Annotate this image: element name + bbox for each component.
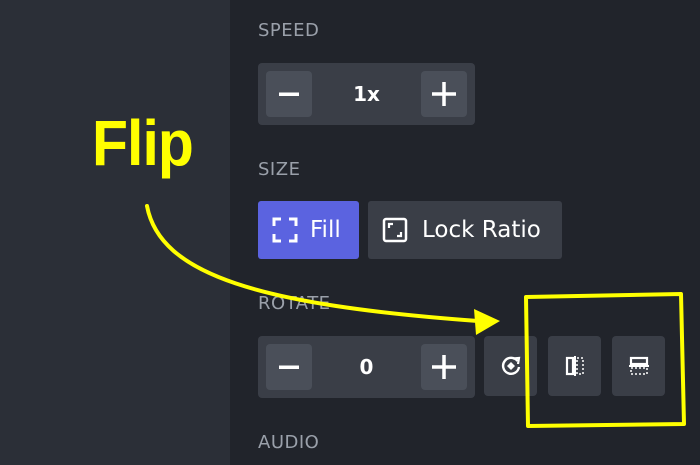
flip-annotation-text: Flip xyxy=(92,107,194,179)
rotate-decrease-button[interactable] xyxy=(266,344,312,390)
left-panel xyxy=(0,0,230,465)
fill-button[interactable]: Fill xyxy=(258,201,359,259)
lock-ratio-icon xyxy=(382,217,408,243)
lock-ratio-button[interactable]: Lock Ratio xyxy=(368,201,562,259)
speed-stepper: 1x xyxy=(258,63,475,125)
size-label: SIZE xyxy=(258,159,301,180)
rotate-label: ROTATE xyxy=(258,293,331,314)
rotate-increase-button[interactable] xyxy=(421,344,467,390)
rotate-icon xyxy=(501,356,520,375)
rotate-button[interactable] xyxy=(484,336,537,396)
audio-label: AUDIO xyxy=(258,432,320,453)
speed-label: SPEED xyxy=(258,20,320,41)
rotate-value: 0 xyxy=(359,355,374,379)
minus-icon xyxy=(279,365,299,369)
lock-ratio-label: Lock Ratio xyxy=(422,217,541,243)
speed-increase-button[interactable] xyxy=(421,71,467,117)
fill-label: Fill xyxy=(310,217,341,243)
plus-icon xyxy=(432,355,456,379)
rotate-stepper: 0 xyxy=(258,336,475,398)
speed-decrease-button[interactable] xyxy=(266,71,312,117)
speed-value: 1x xyxy=(353,82,380,106)
flip-horizontal-icon xyxy=(565,356,584,376)
minus-icon xyxy=(279,92,299,96)
flip-horizontal-button[interactable] xyxy=(548,336,601,396)
fill-icon xyxy=(272,217,298,243)
flip-vertical-button[interactable] xyxy=(612,336,665,396)
plus-icon xyxy=(432,82,456,106)
flip-vertical-icon xyxy=(628,356,649,375)
